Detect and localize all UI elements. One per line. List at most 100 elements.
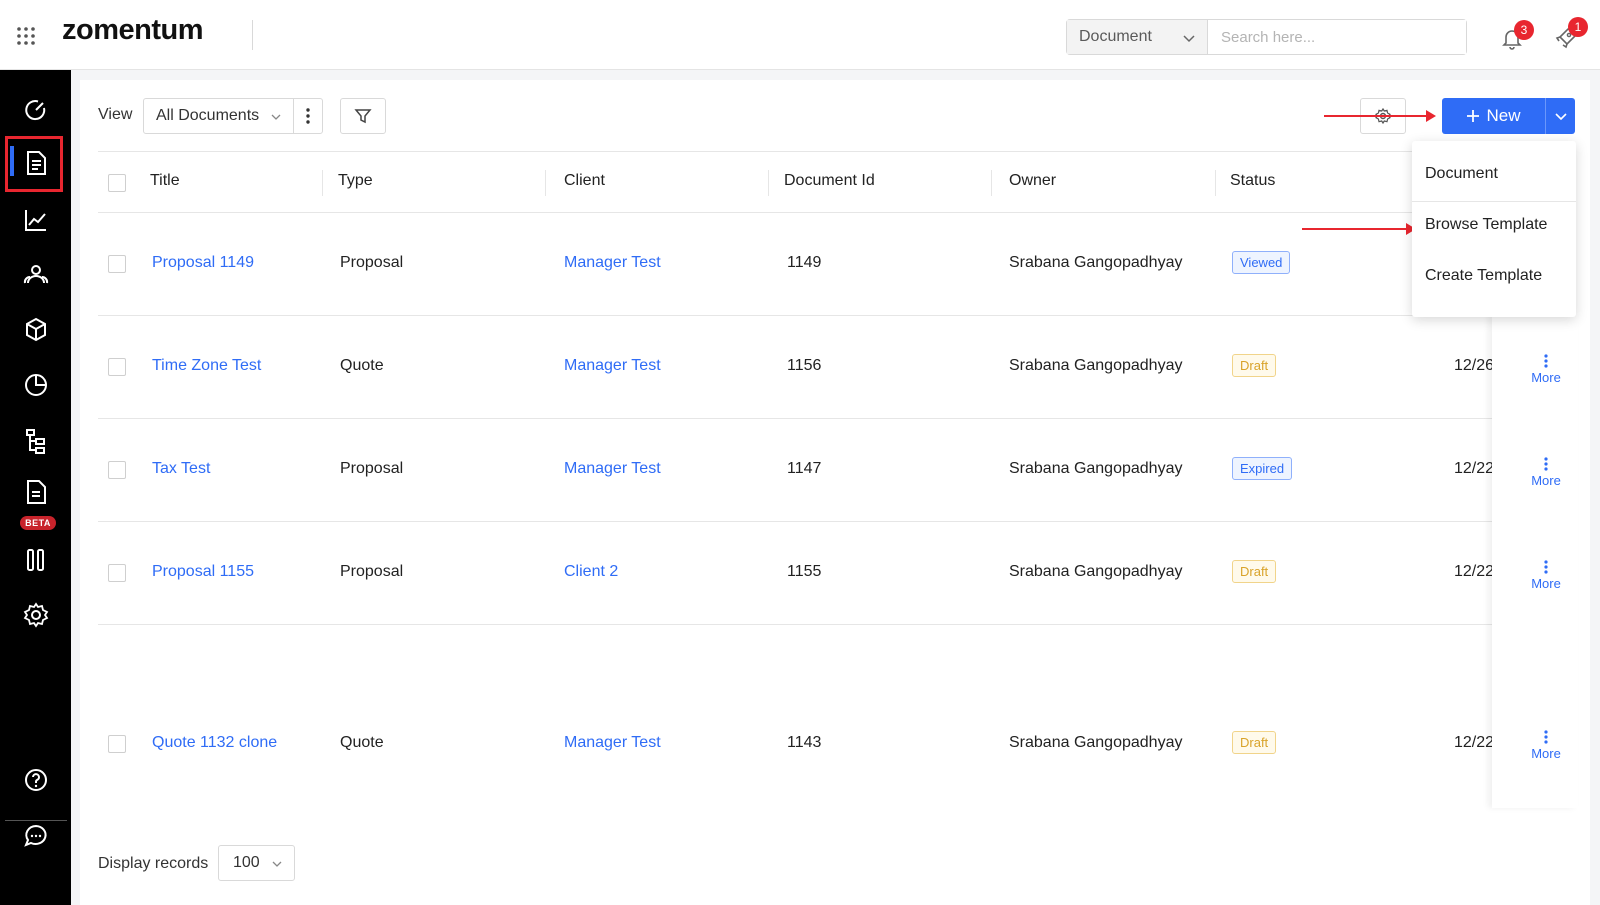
row-checkbox[interactable]: [108, 564, 126, 582]
updates-badge: 1: [1568, 17, 1588, 37]
sidebar-item-dashboard[interactable]: [0, 84, 71, 136]
sidebar: BETA: [0, 70, 71, 905]
apps-grid-icon[interactable]: [16, 26, 36, 46]
document-id: 1156: [787, 357, 822, 374]
analytics-icon: [24, 374, 47, 396]
more-button[interactable]: More: [1516, 354, 1576, 385]
sidebar-item-help[interactable]: [0, 754, 71, 806]
column-divider: [768, 170, 769, 196]
app-logo[interactable]: zomentum: [62, 14, 204, 47]
table-row: Tax Test Proposal Manager Test 1147 Srab…: [98, 419, 1576, 522]
client-link[interactable]: Manager Test: [564, 460, 661, 478]
more-label: More: [1531, 576, 1561, 591]
date-cell: 12/22: [1454, 734, 1494, 751]
sidebar-item-analytics[interactable]: [0, 359, 71, 411]
document-id: 1155: [787, 563, 822, 580]
sidebar-item-board[interactable]: [0, 534, 71, 586]
document-type: Quote: [340, 357, 384, 374]
client-link[interactable]: Client 2: [564, 563, 618, 581]
header-status[interactable]: Status: [1230, 172, 1275, 190]
table-row: Proposal 1155 Proposal Client 2 1155 Sra…: [98, 522, 1576, 625]
status-badge: Draft: [1232, 731, 1277, 754]
contacts-icon: [23, 265, 48, 284]
header-client[interactable]: Client: [564, 172, 605, 190]
more-button[interactable]: More: [1516, 457, 1576, 488]
sidebar-item-chat[interactable]: [0, 810, 71, 862]
search-type-value: Document: [1079, 28, 1152, 45]
row-checkbox[interactable]: [108, 461, 126, 479]
sidebar-item-hierarchy[interactable]: [0, 415, 71, 467]
client-link[interactable]: Manager Test: [564, 254, 661, 272]
sidebar-item-pdf[interactable]: [0, 466, 71, 518]
beta-badge: BETA: [20, 516, 56, 530]
owner-name: Srabana Gangopadhyay: [1009, 734, 1183, 751]
owner-name: Srabana Gangopadhyay: [1009, 254, 1183, 271]
view-label: View: [98, 106, 133, 123]
column-divider: [322, 170, 323, 196]
search-input[interactable]: [1208, 20, 1466, 54]
chat-icon: [23, 824, 47, 847]
more-label: More: [1531, 370, 1561, 385]
settings-icon: [23, 602, 48, 628]
row-checkbox[interactable]: [108, 735, 126, 753]
new-button[interactable]: New: [1442, 98, 1575, 134]
table-row: Proposal 1149 Proposal Manager Test 1149…: [98, 213, 1576, 316]
plus-icon: [1467, 110, 1480, 122]
row-checkbox[interactable]: [108, 255, 126, 273]
more-button[interactable]: More: [1516, 730, 1576, 761]
header-type[interactable]: Type: [338, 172, 373, 190]
view-select-value[interactable]: All Documents: [144, 99, 294, 133]
owner-name: Srabana Gangopadhyay: [1009, 357, 1183, 374]
document-type: Quote: [340, 734, 384, 751]
row-checkbox[interactable]: [108, 358, 126, 376]
select-all-checkbox[interactable]: [108, 174, 126, 192]
document-title-link[interactable]: Proposal 1155: [152, 563, 254, 581]
menu-item-browse-template[interactable]: Browse Template: [1425, 216, 1547, 234]
more-button[interactable]: More: [1516, 560, 1576, 591]
document-title-link[interactable]: Quote 1132 clone: [152, 734, 277, 752]
document-title-link[interactable]: Time Zone Test: [152, 357, 261, 375]
date-cell: 12/22: [1454, 460, 1494, 477]
view-select[interactable]: All Documents: [143, 98, 323, 134]
document-title-link[interactable]: Tax Test: [152, 460, 210, 478]
table-row: Quote 1132 clone Quote Manager Test 1143…: [98, 625, 1576, 811]
view-options-button[interactable]: [294, 99, 322, 133]
view-value: All Documents: [156, 107, 260, 124]
document-type: Proposal: [340, 563, 404, 580]
menu-item-document[interactable]: Document: [1425, 165, 1498, 183]
records-value: 100: [233, 854, 260, 871]
status-badge: Draft: [1232, 560, 1277, 583]
status-badge: Draft: [1232, 354, 1277, 377]
global-search: Document: [1066, 19, 1467, 55]
divider: [252, 20, 253, 50]
records-per-page-select[interactable]: 100: [218, 845, 295, 881]
header-document-id[interactable]: Document Id: [784, 172, 875, 190]
client-link[interactable]: Manager Test: [564, 357, 661, 375]
client-link[interactable]: Manager Test: [564, 734, 661, 752]
menu-item-create-template[interactable]: Create Template: [1425, 267, 1542, 285]
filter-button[interactable]: [340, 98, 386, 134]
document-title-link[interactable]: Proposal 1149: [152, 254, 254, 272]
column-divider: [991, 170, 992, 196]
search-type-select[interactable]: Document: [1067, 20, 1208, 54]
more-label: More: [1531, 746, 1561, 761]
new-button-label: New: [1486, 106, 1521, 125]
header-title[interactable]: Title: [150, 172, 180, 190]
document-id: 1147: [787, 460, 822, 477]
divider: [1412, 201, 1576, 202]
document-id: 1149: [787, 254, 822, 271]
top-bar: zomentum Document 3 1: [0, 0, 1600, 70]
display-records-label: Display records: [98, 855, 209, 872]
header-owner[interactable]: Owner: [1009, 172, 1056, 190]
actions-column: More More More More: [1492, 312, 1578, 808]
sidebar-item-products[interactable]: [0, 304, 71, 356]
new-button-main[interactable]: New: [1442, 98, 1545, 134]
sidebar-item-reports[interactable]: [0, 194, 71, 246]
kebab-icon: [306, 108, 310, 124]
document-type: Proposal: [340, 460, 404, 477]
chevron-down-icon: [1554, 113, 1567, 121]
chevron-down-icon: [1183, 35, 1195, 43]
sidebar-item-settings[interactable]: [0, 589, 71, 641]
new-dropdown-toggle[interactable]: [1545, 98, 1575, 134]
sidebar-item-contacts[interactable]: [0, 249, 71, 301]
